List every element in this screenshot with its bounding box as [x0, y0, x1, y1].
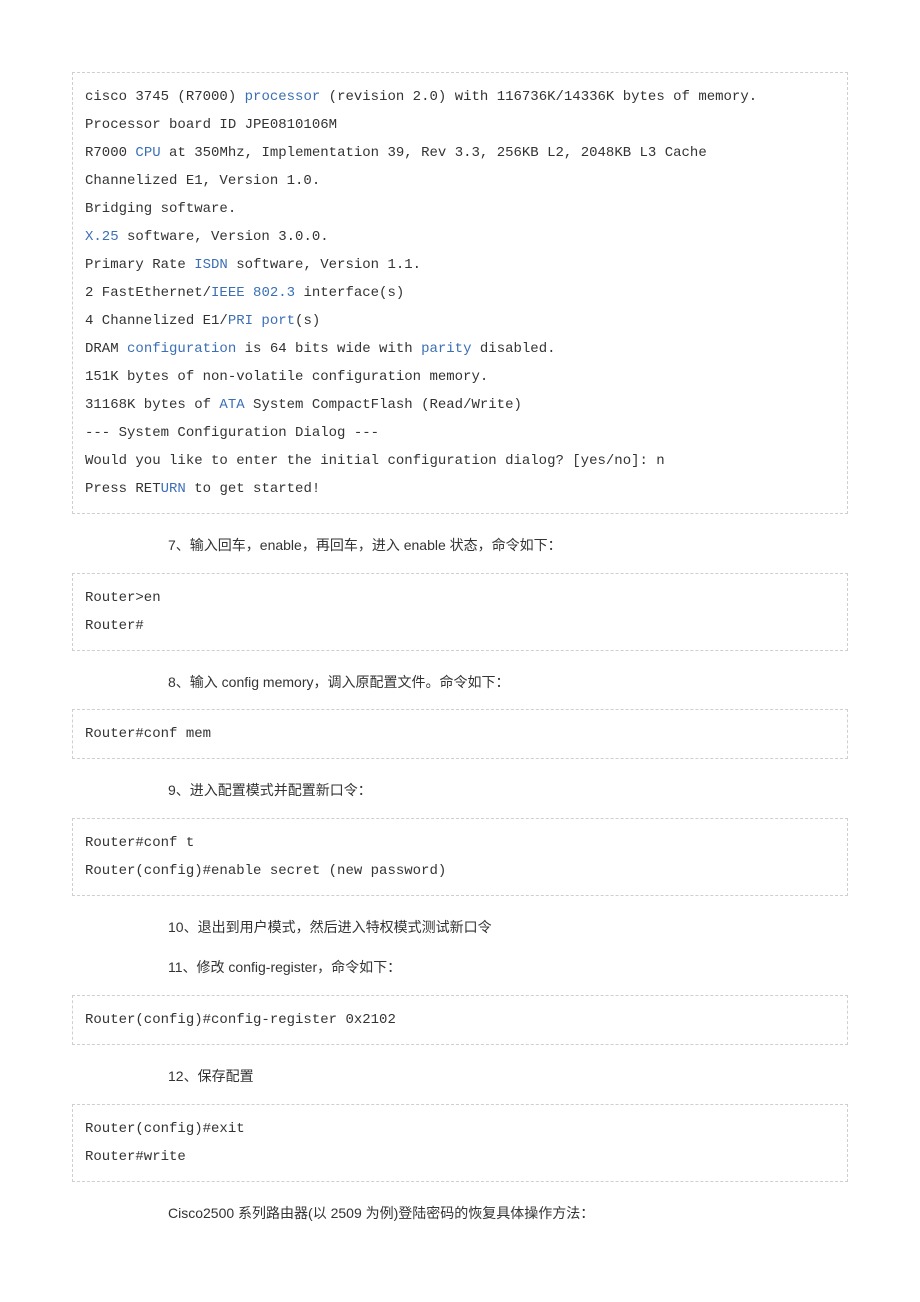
- text: (s): [295, 313, 320, 329]
- text: Channelized E1, Version 1.0.: [85, 173, 320, 189]
- code-block-config-register: Router(config)#config-register 0x2102: [72, 995, 848, 1045]
- code-block-boot-output: cisco 3745 (R7000) processor (revision 2…: [72, 72, 848, 514]
- text: to get started!: [186, 481, 320, 497]
- text: interface(s): [295, 285, 404, 301]
- footer-text: Cisco2500 系列路由器(以 2509 为例)登陆密码的恢复具体操作方法：: [168, 1200, 848, 1227]
- code-block-conf-mem: Router#conf mem: [72, 709, 848, 759]
- text: Router(config)#config-register 0x2102: [85, 1012, 396, 1028]
- text: 151K bytes of non-volatile configuration…: [85, 369, 488, 385]
- link-processor[interactable]: processor: [245, 89, 321, 105]
- step-8: 8、输入 config memory，调入原配置文件。命令如下：: [168, 669, 848, 696]
- link-ata[interactable]: ATA: [219, 397, 244, 413]
- link-ieee8023[interactable]: IEEE 802.3: [211, 285, 295, 301]
- text: at 350Mhz, Implementation 39, Rev 3.3, 2…: [161, 145, 707, 161]
- code-block-enable: Router>en Router#: [72, 573, 848, 651]
- text: Router(config)#enable secret (new passwo…: [85, 863, 446, 879]
- text: Primary Rate: [85, 257, 194, 273]
- text: 4 Channelized E1/: [85, 313, 228, 329]
- text: is 64 bits wide with: [236, 341, 421, 357]
- text: DRAM: [85, 341, 127, 357]
- link-cpu[interactable]: CPU: [135, 145, 160, 161]
- text: Processor board ID JPE0810106M: [85, 117, 337, 133]
- text: disabled.: [472, 341, 556, 357]
- text: (revision 2.0) with 116736K/14336K bytes…: [320, 89, 757, 105]
- text: cisco 3745 (R7000): [85, 89, 245, 105]
- link-pri-port[interactable]: PRI port: [228, 313, 295, 329]
- text: 31168K bytes of: [85, 397, 219, 413]
- link-parity[interactable]: parity: [421, 341, 471, 357]
- text: 2 FastEthernet/: [85, 285, 211, 301]
- link-x25[interactable]: X.25: [85, 229, 119, 245]
- text: Would you like to enter the initial conf…: [85, 453, 665, 469]
- text: --- System Configuration Dialog ---: [85, 425, 379, 441]
- text: software, Version 1.1.: [228, 257, 421, 273]
- link-configuration[interactable]: configuration: [127, 341, 236, 357]
- step-11: 11、修改 config-register，命令如下：: [168, 954, 848, 981]
- text: Router#: [85, 618, 144, 634]
- step-7: 7、输入回车，enable，再回车，进入 enable 状态，命令如下：: [168, 532, 848, 559]
- text: Router(config)#exit: [85, 1121, 245, 1137]
- text: Router#conf t: [85, 835, 194, 851]
- code-block-save: Router(config)#exit Router#write: [72, 1104, 848, 1182]
- step-12: 12、保存配置: [168, 1063, 848, 1090]
- text: Router>en: [85, 590, 161, 606]
- text: software, Version 3.0.0.: [119, 229, 329, 245]
- text: Bridging software.: [85, 201, 236, 217]
- text: R7000: [85, 145, 135, 161]
- page: cisco 3745 (R7000) processor (revision 2…: [0, 0, 920, 1280]
- text: Press RET: [85, 481, 161, 497]
- step-10: 10、退出到用户模式，然后进入特权模式测试新口令: [168, 914, 848, 941]
- link-isdn[interactable]: ISDN: [194, 257, 228, 273]
- link-urn[interactable]: URN: [161, 481, 186, 497]
- text: System CompactFlash (Read/Write): [245, 397, 522, 413]
- text: Router#write: [85, 1149, 186, 1165]
- text: Router#conf mem: [85, 726, 211, 742]
- code-block-new-password: Router#conf t Router(config)#enable secr…: [72, 818, 848, 896]
- step-9: 9、进入配置模式并配置新口令：: [168, 777, 848, 804]
